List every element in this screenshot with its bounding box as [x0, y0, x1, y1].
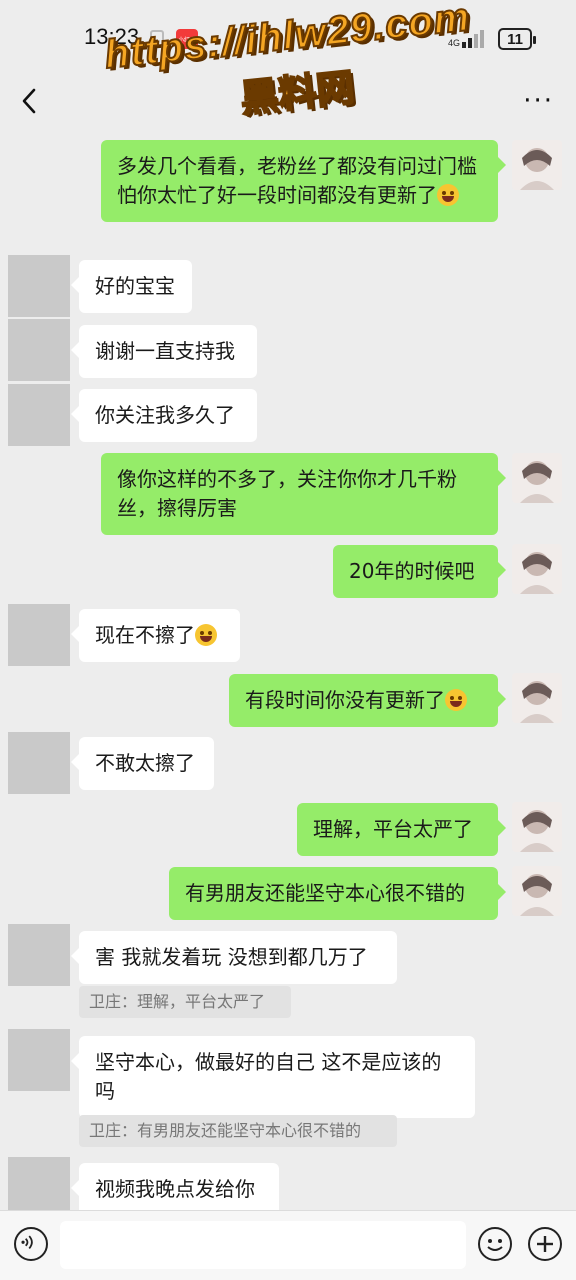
message-text: 现在不擦了: [95, 623, 195, 647]
message-bubble-outgoing[interactable]: 多发几个看看，老粉丝了都没有问过门槛怕你太忙了好一段时间都没有更新了: [101, 140, 506, 222]
contact-avatar[interactable]: [8, 319, 70, 381]
message-text: 有段时间你没有更新了: [245, 688, 445, 712]
message-bubble-outgoing[interactable]: 有男朋友还能坚守本心很不错的: [169, 867, 506, 920]
message-bubble-incoming[interactable]: 视频我晚点发给你: [71, 1163, 279, 1210]
message-bubble-outgoing[interactable]: 有段时间你没有更新了: [229, 674, 506, 727]
quoted-message[interactable]: 卫庄：理解，平台太严了: [79, 986, 291, 1018]
contact-avatar[interactable]: [8, 604, 70, 666]
contact-avatar[interactable]: [8, 924, 70, 986]
message-bubble-incoming[interactable]: 现在不擦了: [71, 609, 240, 662]
contact-avatar[interactable]: [8, 255, 70, 317]
self-avatar[interactable]: [512, 802, 562, 852]
self-avatar[interactable]: [512, 866, 562, 916]
message-bubble-outgoing[interactable]: 20年的时候吧: [333, 545, 506, 598]
message-text: 理解，平台太严了: [313, 817, 473, 841]
more-options-icon[interactable]: ···: [523, 86, 554, 116]
more-functions-plus-icon[interactable]: [528, 1227, 562, 1261]
message-bubble-incoming[interactable]: 好的宝宝: [71, 260, 192, 313]
self-avatar[interactable]: [512, 140, 562, 190]
message-bubble-incoming[interactable]: 谢谢一直支持我: [71, 325, 257, 378]
message-bubble-incoming[interactable]: 你关注我多久了: [71, 389, 257, 442]
message-text: 像你这样的不多了，关注你你才几千粉丝，擦得厉害: [117, 467, 457, 520]
message-text: 多发几个看看，老粉丝了都没有问过门槛怕你太忙了好一段时间都没有更新了: [117, 154, 477, 207]
message-bubble-outgoing[interactable]: 像你这样的不多了，关注你你才几千粉丝，擦得厉害: [101, 453, 506, 535]
message-bubble-incoming[interactable]: 坚守本心，做最好的自己 这不是应该的吗: [71, 1036, 475, 1118]
message-text: 你关注我多久了: [95, 403, 235, 427]
contact-avatar[interactable]: [8, 1157, 70, 1210]
battery-icon: 11: [498, 28, 536, 50]
self-avatar[interactable]: [512, 673, 562, 723]
message-text: 视频我晚点发给你: [95, 1177, 255, 1201]
message-text: 20年的时候吧: [349, 559, 475, 583]
laughing-crying-emoji-icon: [195, 624, 217, 646]
contact-avatar[interactable]: [8, 1029, 70, 1091]
message-bubble-incoming[interactable]: 害 我就发着玩 没想到都几万了: [71, 931, 397, 984]
voice-input-icon[interactable]: [14, 1227, 48, 1261]
message-text: 好的宝宝: [95, 274, 175, 298]
quoted-message[interactable]: 卫庄：有男朋友还能坚守本心很不错的: [79, 1115, 397, 1147]
message-input-bar: [0, 1210, 576, 1280]
laughing-crying-emoji-icon: [445, 689, 467, 711]
emoji-picker-icon[interactable]: [478, 1227, 512, 1261]
self-avatar[interactable]: [512, 544, 562, 594]
message-text: 害 我就发着玩 没想到都几万了: [95, 945, 368, 969]
laughing-crying-emoji-icon: [437, 184, 459, 206]
chat-message-list[interactable]: 多发几个看看，老粉丝了都没有问过门槛怕你太忙了好一段时间都没有更新了 好的宝宝 …: [0, 126, 576, 1210]
message-text: 谢谢一直支持我: [95, 339, 235, 363]
message-text: 不敢太擦了: [95, 751, 195, 775]
contact-avatar[interactable]: [8, 732, 70, 794]
message-text: 有男朋友还能坚守本心很不错的: [185, 881, 465, 905]
back-arrow-icon[interactable]: [16, 84, 46, 118]
message-bubble-outgoing[interactable]: 理解，平台太严了: [297, 803, 506, 856]
self-avatar[interactable]: [512, 453, 562, 503]
message-text: 坚守本心，做最好的自己 这不是应该的吗: [95, 1050, 442, 1103]
message-bubble-incoming[interactable]: 不敢太擦了: [71, 737, 214, 790]
message-text-input[interactable]: [60, 1221, 466, 1269]
contact-avatar[interactable]: [8, 384, 70, 446]
